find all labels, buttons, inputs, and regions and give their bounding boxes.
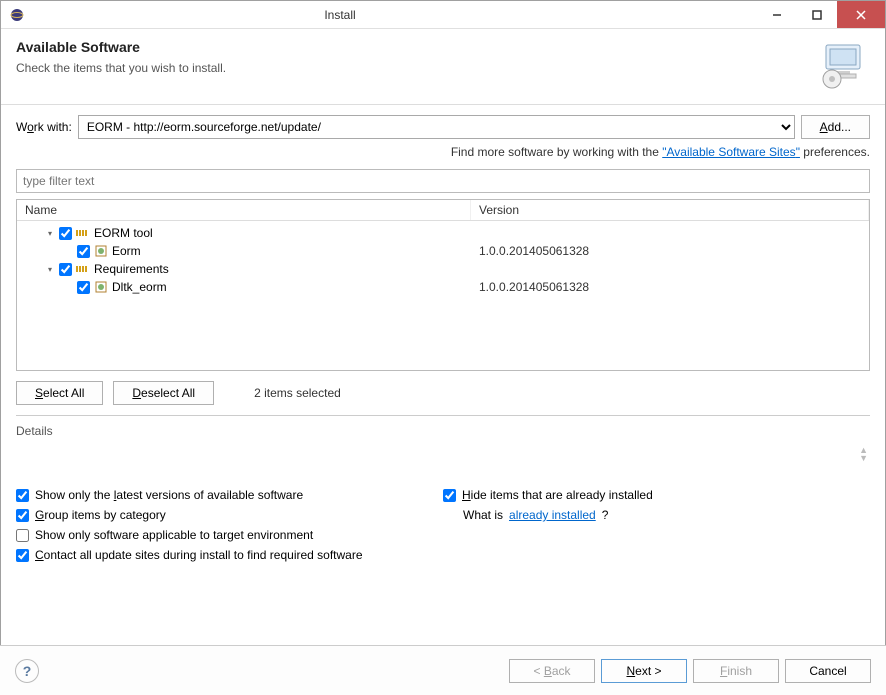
- tree-item-label: Dltk_eorm: [112, 280, 167, 294]
- opt-group-label: Group items by category: [35, 508, 166, 522]
- category-icon: [76, 263, 90, 275]
- title-bar: Install: [1, 1, 885, 29]
- category-icon: [76, 227, 90, 239]
- page-subtitle: Check the items that you wish to install…: [16, 61, 226, 75]
- filter-input[interactable]: [16, 169, 870, 193]
- tree-header: Name Version: [17, 200, 869, 221]
- tree-feature[interactable]: Eorm 1.0.0.201405061328: [19, 242, 867, 260]
- opt-latest-checkbox[interactable]: [16, 489, 29, 502]
- cancel-button[interactable]: Cancel: [785, 659, 871, 683]
- software-tree[interactable]: Name Version ▾ EORM tool Eorm: [16, 199, 870, 371]
- column-name[interactable]: Name: [17, 200, 471, 220]
- scroll-hint-icon: ▲▼: [859, 446, 868, 462]
- expander-icon[interactable]: ▾: [45, 264, 55, 274]
- feature-checkbox[interactable]: [77, 281, 90, 294]
- category-checkbox[interactable]: [59, 263, 72, 276]
- find-more-text: Find more software by working with the A…: [16, 145, 870, 159]
- wizard-header: Available Software Check the items that …: [1, 29, 885, 105]
- feature-icon: [94, 244, 108, 258]
- opt-hide-checkbox[interactable]: [443, 489, 456, 502]
- details-area: ▲▼: [16, 438, 870, 478]
- already-installed-link[interactable]: already installed: [509, 508, 596, 522]
- opt-contact-checkbox[interactable]: [16, 549, 29, 562]
- help-button[interactable]: ?: [15, 659, 39, 683]
- add-button[interactable]: Add...: [801, 115, 870, 139]
- tree-item-version: 1.0.0.201405061328: [479, 244, 867, 258]
- install-banner-icon: [818, 39, 870, 94]
- back-button[interactable]: < Back: [509, 659, 595, 683]
- eclipse-icon: [9, 7, 25, 23]
- work-with-label: Work with:: [16, 120, 72, 134]
- tree-item-version: 1.0.0.201405061328: [479, 280, 867, 294]
- select-all-button[interactable]: Select All: [16, 381, 103, 405]
- selection-status: 2 items selected: [254, 386, 341, 400]
- window-title: Install: [33, 8, 757, 22]
- feature-checkbox[interactable]: [77, 245, 90, 258]
- tree-item-label: Eorm: [112, 244, 141, 258]
- tree-category[interactable]: ▾ Requirements: [19, 260, 867, 278]
- opt-applicable-label: Show only software applicable to target …: [35, 528, 313, 542]
- category-checkbox[interactable]: [59, 227, 72, 240]
- tree-item-label: Requirements: [94, 262, 169, 276]
- opt-latest-label: Show only the latest versions of availab…: [35, 488, 303, 502]
- tree-feature[interactable]: Dltk_eorm 1.0.0.201405061328: [19, 278, 867, 296]
- opt-hide-label: Hide items that are already installed: [462, 488, 653, 502]
- maximize-button[interactable]: [797, 1, 837, 28]
- finish-button[interactable]: Finish: [693, 659, 779, 683]
- opt-applicable-checkbox[interactable]: [16, 529, 29, 542]
- next-button[interactable]: Next >: [601, 659, 687, 683]
- tree-category[interactable]: ▾ EORM tool: [19, 224, 867, 242]
- tree-item-label: EORM tool: [94, 226, 153, 240]
- expander-icon[interactable]: ▾: [45, 228, 55, 238]
- details-label: Details: [16, 424, 870, 438]
- opt-group-checkbox[interactable]: [16, 509, 29, 522]
- deselect-all-button[interactable]: Deselect All: [113, 381, 214, 405]
- available-software-sites-link[interactable]: Available Software Sites: [662, 145, 800, 159]
- work-with-combo[interactable]: EORM - http://eorm.sourceforge.net/updat…: [78, 115, 795, 139]
- minimize-button[interactable]: [757, 1, 797, 28]
- column-version[interactable]: Version: [471, 200, 869, 220]
- wizard-footer: ? < Back Next > Finish Cancel: [0, 645, 886, 695]
- what-is-installed: What is already installed?: [463, 508, 870, 522]
- close-button[interactable]: [837, 1, 885, 28]
- opt-contact-label: Contact all update sites during install …: [35, 548, 363, 562]
- page-title: Available Software: [16, 39, 226, 55]
- feature-icon: [94, 280, 108, 294]
